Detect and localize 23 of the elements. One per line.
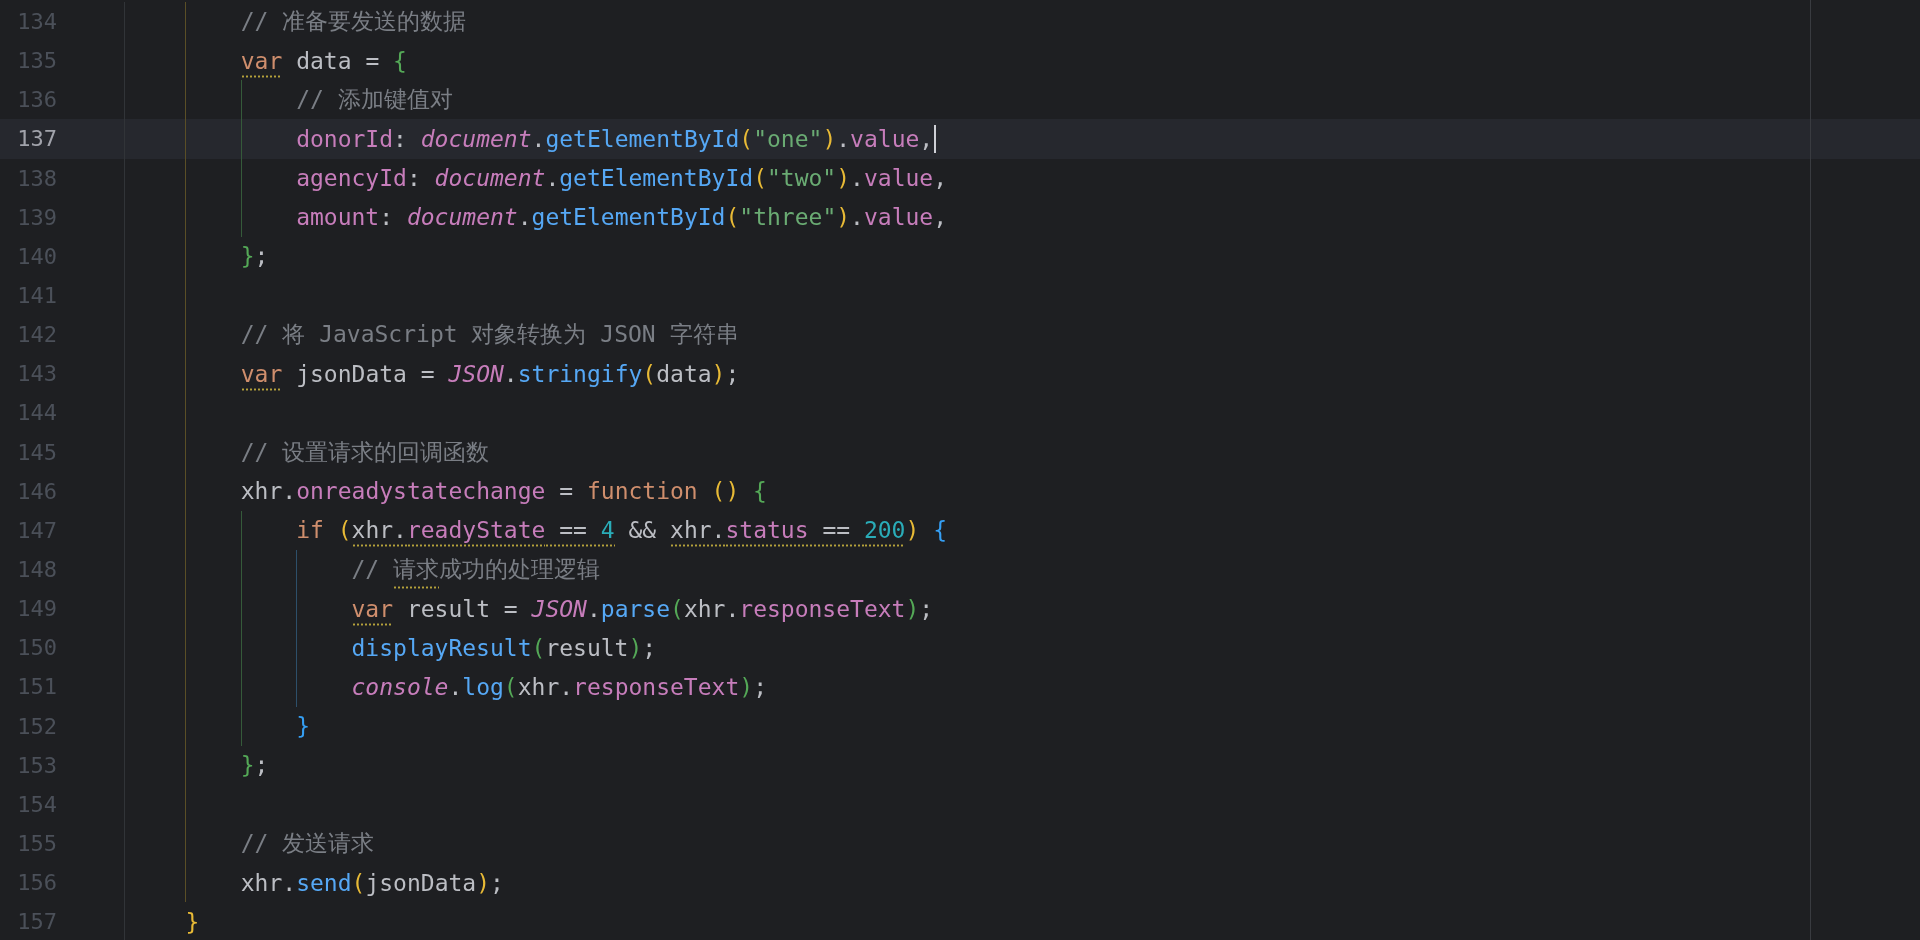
code-line: var data = {: [240, 43, 407, 78]
code-line: var result = JSON.parse(xhr.responseText);: [351, 591, 934, 626]
code-line: };: [240, 751, 269, 781]
line-number: 137: [17, 126, 57, 152]
code-line: donorId: document.getElementById("one").value,: [296, 125, 934, 154]
code-line: if (xhr.readyState == 4 && xhr.status == 200) {: [296, 513, 948, 548]
code-line: xhr.onreadystatechange = function () {: [240, 477, 767, 507]
code-line: agencyId: document.getElementById("two").value,: [296, 164, 948, 194]
code-line: // 准备要发送的数据: [240, 7, 467, 37]
code-line: var jsonData = JSON.stringify(data);: [240, 356, 740, 391]
code-line: xhr.send(jsonData);: [240, 868, 504, 898]
code-line: }: [185, 907, 200, 937]
code-line: // 发送请求: [240, 829, 375, 858]
code-line: // 将 JavaScript 对象转换为 JSON 字符串: [240, 320, 739, 350]
code-line: // 设置请求的回调函数: [240, 437, 490, 467]
code-line: console.log(xhr.responseText);: [351, 672, 767, 702]
code-line: };: [240, 242, 269, 272]
code-line: // 添加键值对: [296, 85, 453, 115]
code-line: }: [296, 712, 310, 742]
code-line: // 请求成功的处理逻辑: [351, 550, 601, 590]
text-cursor: [934, 125, 937, 153]
code-line: displayResult(result);: [351, 633, 657, 663]
code-line: amount: document.getElementById("three").value,: [296, 203, 948, 233]
